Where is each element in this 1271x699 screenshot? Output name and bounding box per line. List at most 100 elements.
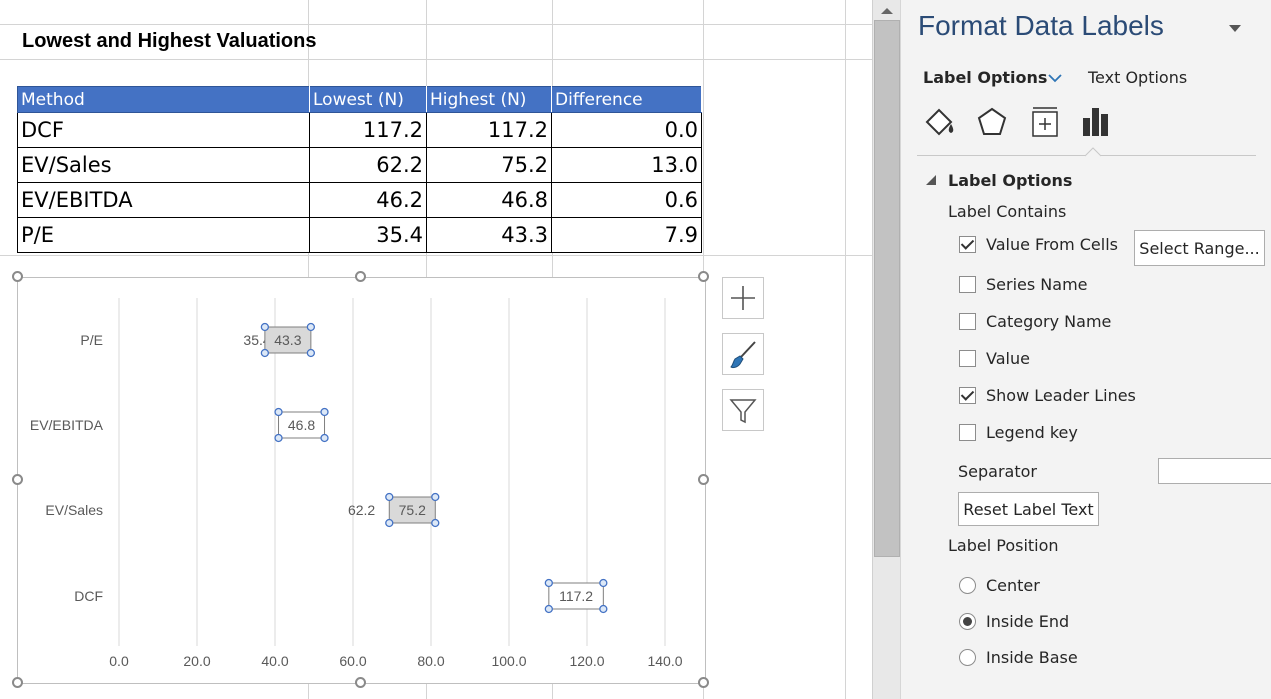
resize-handle[interactable] (698, 677, 709, 688)
cell-lowest[interactable]: 46.2 (309, 182, 427, 218)
x-tick-label: 140.0 (647, 653, 682, 669)
fill-line-icon[interactable] (921, 104, 957, 140)
value-checkbox[interactable] (959, 350, 976, 367)
label-contains-heading: Label Contains (948, 202, 1067, 221)
data-label-highest: 117.2 (559, 588, 593, 604)
tab-divider (917, 155, 1085, 156)
size-properties-icon[interactable] (1027, 104, 1063, 140)
header-difference[interactable]: Difference (551, 86, 702, 113)
spreadsheet-area[interactable]: Lowest and Highest Valuations Method Low… (0, 0, 872, 699)
inside-end-label[interactable]: Inside End (986, 612, 1069, 631)
cell-difference[interactable]: 13.0 (551, 147, 702, 183)
scroll-up-icon[interactable] (873, 0, 901, 22)
label-handle (320, 433, 329, 443)
inside-base-radio[interactable] (959, 649, 976, 666)
show-leader-lines-checkbox[interactable] (959, 387, 976, 404)
resize-handle[interactable] (698, 474, 709, 485)
funnel-icon (729, 399, 757, 424)
row-gridline (0, 255, 872, 256)
show-leader-lines-label[interactable]: Show Leader Lines (986, 386, 1136, 405)
resize-handle[interactable] (12, 677, 23, 688)
center-radio[interactable] (959, 577, 976, 594)
cell-difference[interactable]: 0.0 (551, 112, 702, 148)
pane-options-dropdown-icon[interactable] (1227, 22, 1243, 34)
table-row: DCF 117.2 117.2 0.0 (17, 112, 702, 148)
paintbrush-icon (730, 341, 756, 369)
x-tick-label: 0.0 (109, 653, 129, 669)
label-options-icon[interactable] (1079, 104, 1115, 140)
cell-highest[interactable]: 43.3 (426, 217, 552, 253)
format-data-labels-pane: Format Data Labels Label Options Text Op… (900, 0, 1271, 699)
resize-handle[interactable] (355, 677, 366, 688)
separator-field[interactable] (1158, 458, 1271, 484)
center-label[interactable]: Center (986, 576, 1040, 595)
scrollbar-thumb[interactable] (874, 20, 900, 557)
table-header-row: Method Lowest (N) Highest (N) Difference (17, 86, 702, 113)
cell-difference[interactable]: 0.6 (551, 182, 702, 218)
section-label-options[interactable]: Label Options (948, 171, 1072, 190)
table-row: EV/EBITDA 46.2 46.8 0.6 (17, 182, 702, 218)
cell-highest[interactable]: 46.8 (426, 182, 552, 218)
chart-area[interactable]: 0.0 20.0 40.0 60.0 80.0 100.0 120.0 140.0 P/E EV/… (17, 277, 706, 684)
inside-base-label[interactable]: Inside Base (986, 648, 1078, 667)
cell-method[interactable]: EV/Sales (17, 147, 310, 183)
vertical-scrollbar[interactable] (872, 0, 901, 699)
label-handle (274, 433, 283, 443)
cell-highest[interactable]: 75.2 (426, 147, 552, 183)
chart-filters-button[interactable] (722, 389, 764, 431)
chart-plot[interactable]: 0.0 20.0 40.0 60.0 80.0 100.0 120.0 140.0 P/E EV/… (18, 278, 705, 683)
resize-handle[interactable] (12, 271, 23, 282)
chart-styles-button[interactable] (722, 333, 764, 375)
header-lowest[interactable]: Lowest (N) (309, 86, 427, 113)
pane-title: Format Data Labels (918, 10, 1164, 41)
cell-method[interactable]: DCF (17, 112, 310, 148)
header-method[interactable]: Method (17, 86, 310, 113)
cell-lowest[interactable]: 35.4 (309, 217, 427, 253)
cell-method[interactable]: P/E (17, 217, 310, 253)
tab-text-options[interactable]: Text Options (1088, 68, 1187, 87)
value-from-cells-label[interactable]: Value From Cells (986, 235, 1118, 254)
resize-handle[interactable] (355, 271, 366, 282)
data-label-highest: 75.2 (399, 502, 426, 518)
x-tick-label: 100.0 (491, 653, 526, 669)
label-handle (385, 518, 394, 528)
select-range-button[interactable]: Select Range... (1134, 230, 1265, 266)
tab-label-options[interactable]: Label Options (923, 68, 1047, 87)
cell-difference[interactable]: 7.9 (551, 217, 702, 253)
label-handle (260, 322, 270, 332)
label-handle (260, 348, 270, 358)
cell-lowest[interactable]: 62.2 (309, 147, 427, 183)
series-name-checkbox[interactable] (959, 276, 976, 293)
resize-handle[interactable] (12, 474, 23, 485)
inside-end-radio[interactable] (959, 613, 976, 630)
label-handle (544, 604, 553, 614)
cell-method[interactable]: EV/EBITDA (17, 182, 310, 218)
column-gridline (845, 0, 846, 699)
x-tick-label: 20.0 (183, 653, 210, 669)
collapse-triangle-icon[interactable] (925, 173, 939, 187)
legend-key-checkbox[interactable] (959, 424, 976, 441)
table-row: EV/Sales 62.2 75.2 13.0 (17, 147, 702, 183)
value-from-cells-checkbox[interactable] (959, 236, 976, 253)
row-gridline (0, 24, 872, 25)
resize-handle[interactable] (698, 271, 709, 282)
category-label: EV/Sales (45, 502, 103, 518)
x-tick-label: 60.0 (339, 653, 366, 669)
cell-highest[interactable]: 117.2 (426, 112, 552, 148)
series-name-label[interactable]: Series Name (986, 275, 1088, 294)
reset-label-text-button[interactable]: Reset Label Text (958, 492, 1099, 526)
cell-lowest[interactable]: 117.2 (309, 112, 427, 148)
label-handle (274, 407, 283, 417)
category-name-checkbox[interactable] (959, 313, 976, 330)
label-handle (306, 348, 316, 358)
value-label[interactable]: Value (986, 349, 1030, 368)
label-handle (306, 322, 316, 332)
category-label: DCF (74, 588, 103, 604)
category-name-label[interactable]: Category Name (986, 312, 1111, 331)
chart-elements-button[interactable] (722, 277, 764, 319)
header-highest[interactable]: Highest (N) (426, 86, 552, 113)
chevron-down-icon[interactable] (1047, 72, 1063, 84)
legend-key-label[interactable]: Legend key (986, 423, 1078, 442)
row-gridline (0, 59, 872, 60)
effects-icon[interactable] (974, 104, 1010, 140)
